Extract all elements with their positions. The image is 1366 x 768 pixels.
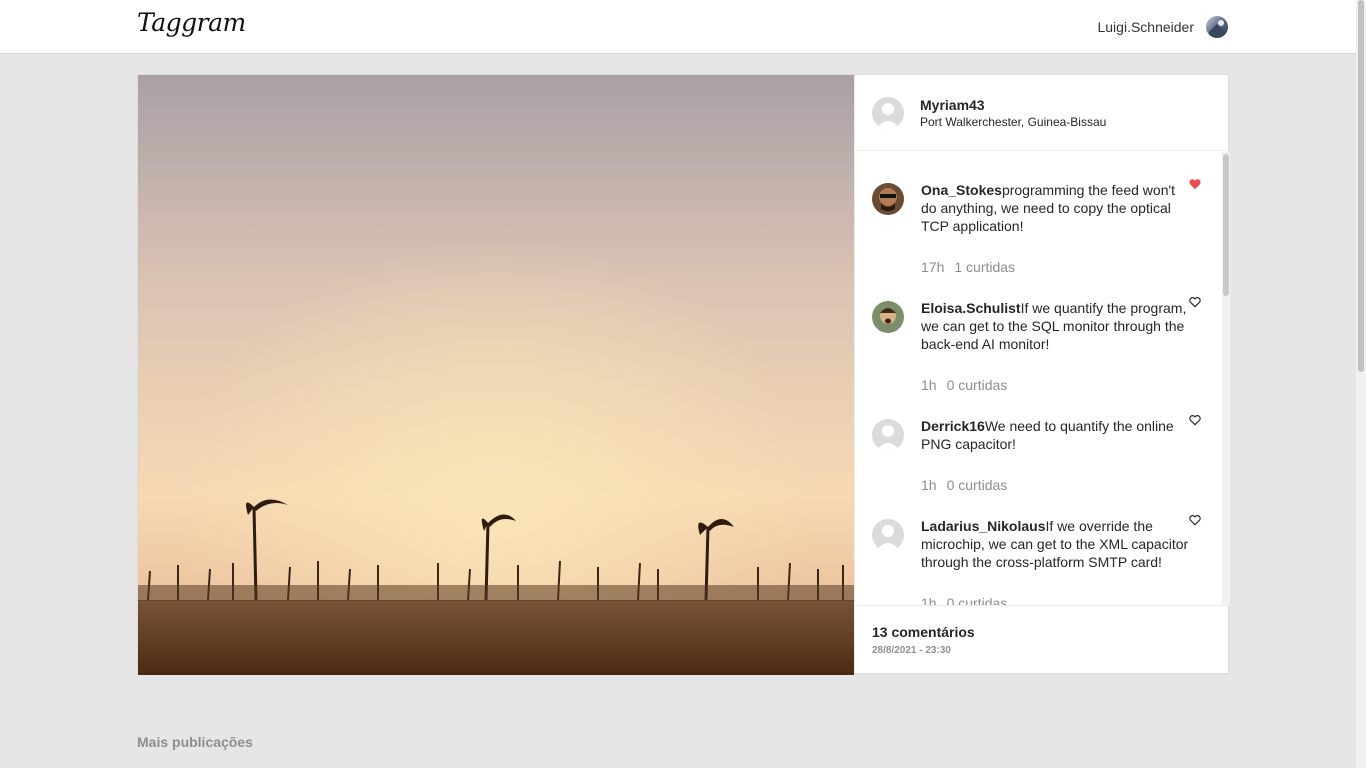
post-photo (138, 75, 854, 675)
page-scrollbar[interactable] (1356, 0, 1366, 768)
comment-likes[interactable]: 0 curtidas (947, 477, 1008, 493)
comment-time: 1h (921, 477, 937, 493)
page-scrollbar-thumb[interactable] (1358, 0, 1364, 372)
comment-username[interactable]: Ladarius_Nikolaus (921, 518, 1046, 534)
top-bar: Taggram Luigi.Schneider (0, 0, 1356, 54)
comment-time: 1h (921, 377, 937, 393)
comments-list[interactable]: Ona_Stokesprogramming the feed won't do … (855, 151, 1231, 605)
author-location: Port Walkerchester, Guinea-Bissau (920, 114, 1107, 129)
default-avatar-icon[interactable] (872, 419, 904, 451)
comment-username[interactable]: Derrick16 (921, 418, 985, 434)
taggram-logo[interactable]: Taggram (137, 8, 246, 37)
commenter-avatar[interactable] (872, 183, 904, 215)
comments-scrollbar[interactable] (1222, 152, 1230, 605)
post-date: 28/8/2021 - 23:30 (872, 645, 951, 656)
heart-outline-icon[interactable] (1188, 513, 1202, 527)
current-user[interactable]: Luigi.Schneider (1097, 16, 1228, 38)
comment-username[interactable]: Ona_Stokes (921, 182, 1002, 198)
default-avatar-icon[interactable] (872, 519, 904, 551)
heart-filled-icon[interactable] (1188, 177, 1202, 191)
post-sidebar: Myriam43 Port Walkerchester, Guinea-Biss… (854, 75, 1231, 675)
comment-likes[interactable]: 0 curtidas (947, 595, 1008, 605)
comment-username[interactable]: Eloisa.Schulist (921, 300, 1021, 316)
current-user-avatar[interactable] (1206, 16, 1228, 38)
post-card: Myriam43 Port Walkerchester, Guinea-Biss… (137, 74, 1231, 675)
default-avatar-icon[interactable] (872, 96, 904, 129)
comment-time: 17h (921, 259, 945, 275)
heart-outline-icon[interactable] (1188, 295, 1202, 309)
current-user-name[interactable]: Luigi.Schneider (1097, 19, 1194, 35)
comment-time: 1h (921, 595, 937, 605)
commenter-avatar[interactable] (872, 301, 904, 333)
comment-count: 13 comentários (872, 624, 975, 640)
comment-likes[interactable]: 1 curtidas (954, 259, 1015, 275)
post-author: Myriam43 Port Walkerchester, Guinea-Biss… (855, 75, 1228, 151)
more-posts-heading: Mais publicações (137, 734, 253, 750)
comment-likes[interactable]: 0 curtidas (947, 377, 1008, 393)
author-username[interactable]: Myriam43 (920, 97, 1106, 113)
post-footer: 13 comentários 28/8/2021 - 23:30 (855, 605, 1231, 675)
comments-scrollbar-thumb[interactable] (1223, 154, 1229, 296)
heart-outline-icon[interactable] (1188, 413, 1202, 427)
